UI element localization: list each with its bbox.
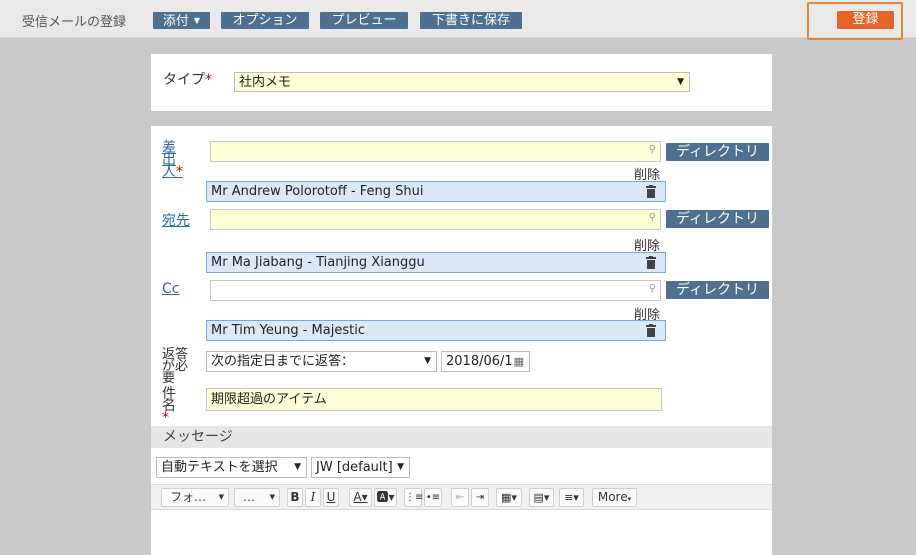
- more-button[interactable]: More▾: [592, 488, 637, 507]
- cc-tag: Mr Tim Yeung - Majestic: [206, 320, 666, 341]
- reply-required-label: 返答が必要: [162, 347, 189, 386]
- recipient-tag: Mr Ma Jiabang - Tianjing Xianggu: [206, 252, 666, 273]
- subject-input[interactable]: 期限超過のアイテム: [206, 388, 662, 411]
- indent-icon[interactable]: ⇥: [471, 488, 489, 507]
- options-button[interactable]: オプション: [221, 12, 309, 29]
- paste-icon[interactable]: ▤▾: [529, 488, 554, 507]
- italic-icon[interactable]: I: [305, 488, 321, 507]
- text-color-icon[interactable]: A▾: [349, 488, 372, 507]
- cc-directory-button[interactable]: ディレクトリ: [666, 281, 769, 299]
- dropdown-arrow-icon: ▼: [294, 462, 301, 472]
- bullet-list-icon[interactable]: •≡: [424, 488, 442, 507]
- trash-icon[interactable]: [646, 324, 656, 337]
- dropdown-arrow-icon: ▼: [677, 77, 684, 87]
- type-label: タイプ*: [163, 72, 212, 88]
- font-size-select[interactable]: … ▼: [234, 488, 280, 507]
- sender-directory-button[interactable]: ディレクトリ: [666, 143, 769, 161]
- calendar-icon[interactable]: ▦: [514, 352, 524, 371]
- preview-button[interactable]: プレビュー: [320, 12, 408, 29]
- caret-down-icon: ▾: [627, 495, 632, 503]
- recipient-input[interactable]: ⚲: [210, 209, 661, 230]
- cc-input[interactable]: ⚲: [210, 280, 661, 301]
- register-button[interactable]: 登録: [837, 11, 894, 29]
- message-section-header: メッセージ: [151, 426, 772, 448]
- page-title: 受信メールの登録: [22, 15, 127, 30]
- table-icon[interactable]: ▦▾: [496, 488, 522, 507]
- top-toolbar: 受信メールの登録 添付 ▼ オプション プレビュー 下書きに保存 登録: [0, 0, 916, 40]
- caret-down-icon: ▼: [269, 493, 275, 501]
- dropdown-arrow-icon: ▼: [397, 462, 404, 472]
- reply-date-input[interactable]: 2018/06/1 ▦: [441, 351, 530, 372]
- search-icon[interactable]: ⚲: [649, 144, 656, 155]
- search-icon[interactable]: ⚲: [649, 212, 656, 223]
- sender-input[interactable]: ⚲: [210, 141, 661, 162]
- reply-condition-select[interactable]: 次の指定日までに返答： ▼: [206, 351, 437, 372]
- trash-icon[interactable]: [646, 256, 656, 269]
- align-icon[interactable]: ≡▾: [559, 488, 584, 507]
- cc-label[interactable]: Cc: [162, 281, 179, 297]
- recipient-label[interactable]: 宛先: [162, 210, 190, 230]
- background-color-icon[interactable]: 🅰▾: [374, 488, 397, 507]
- type-select[interactable]: 社内メモ ▼: [234, 72, 690, 92]
- save-draft-button[interactable]: 下書きに保存: [420, 12, 522, 29]
- bold-icon[interactable]: B: [287, 488, 303, 507]
- font-family-select[interactable]: フォ… ▼: [161, 488, 229, 507]
- type-panel: タイプ* 社内メモ ▼: [151, 54, 772, 111]
- sender-tag: Mr Andrew Polorotoff - Feng Shui: [206, 181, 666, 202]
- attach-button[interactable]: 添付 ▼: [153, 12, 210, 29]
- editor-toolbar: フォ… ▼ … ▼ B I U A▾ 🅰▾ ⋮≡ •≡ ⇤ ⇥ ▦▾ ▤▾ ≡▾…: [151, 484, 772, 510]
- recipient-directory-button[interactable]: ディレクトリ: [666, 210, 769, 228]
- subject-label: 件名*: [162, 386, 176, 426]
- trash-icon[interactable]: [646, 185, 656, 198]
- auto-text-select[interactable]: 自動テキストを選択 ▼: [156, 457, 307, 478]
- caret-down-icon: ▼: [193, 16, 201, 25]
- caret-down-icon: ▼: [218, 493, 224, 501]
- search-icon[interactable]: ⚲: [649, 283, 656, 294]
- sender-label[interactable]: 差出人*: [162, 141, 186, 179]
- form-panel: 差出人* ⚲ ディレクトリ 削除 Mr Andrew Polorotoff - …: [151, 126, 772, 555]
- numbered-list-icon[interactable]: ⋮≡: [404, 488, 423, 507]
- underline-icon[interactable]: U: [323, 488, 339, 507]
- message-editor-body[interactable]: [151, 511, 772, 555]
- signature-select[interactable]: JW [default] ▼: [311, 457, 410, 478]
- dropdown-arrow-icon: ▼: [424, 356, 431, 366]
- outdent-icon[interactable]: ⇤: [451, 488, 469, 507]
